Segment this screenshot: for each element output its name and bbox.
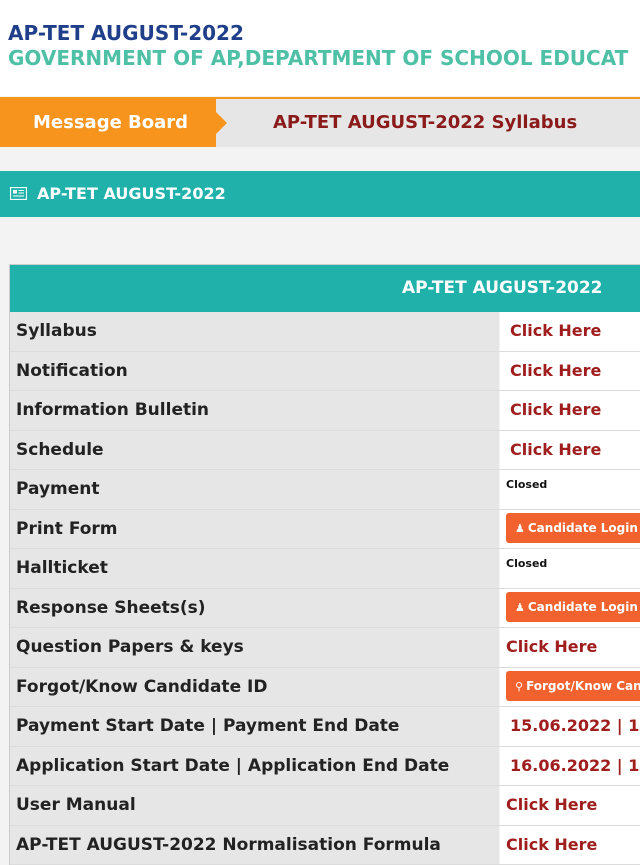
message-board-bar: Message Board AP-TET AUGUST-2022 Syllabu… <box>0 97 640 147</box>
table-row: Schedule Click Here <box>10 431 640 471</box>
site-subtitle: GOVERNMENT OF AP,DEPARTMENT OF SCHOOL ED… <box>8 46 628 70</box>
row-label: Response Sheets(s) <box>10 589 499 628</box>
button-label: Candidate Login <box>528 521 638 535</box>
section-header: AP-TET AUGUST-2022 <box>0 171 640 217</box>
row-label: AP-TET AUGUST-2022 Normalisation Formula <box>10 826 499 865</box>
row-value-cell: ♟Candidate Login <box>500 589 640 628</box>
row-value-cell: ⚲Forgot/Know Candi <box>500 668 640 707</box>
message-board-link[interactable]: AP-TET AUGUST-2022 Syllabus <box>273 99 577 147</box>
forgot-candidate-id-button[interactable]: ⚲Forgot/Know Candi <box>506 671 640 701</box>
message-board-arrow <box>216 112 227 134</box>
table-row: Notification Click Here <box>10 352 640 392</box>
row-value-cell: Click Here <box>500 352 640 391</box>
payment-status: Closed <box>506 478 547 491</box>
section-title: AP-TET AUGUST-2022 <box>37 171 226 217</box>
button-label: Candidate Login <box>528 600 638 614</box>
row-label: Forgot/Know Candidate ID <box>10 668 499 707</box>
row-value-cell: Click Here <box>500 628 640 667</box>
row-label: Schedule <box>10 431 499 470</box>
print-form-candidate-login-button[interactable]: ♟Candidate Login <box>506 513 640 543</box>
message-board-label: Message Board <box>0 99 216 147</box>
row-label: Print Form <box>10 510 499 549</box>
row-label: Payment Start Date | Payment End Date <box>10 707 499 746</box>
row-value-cell: 15.06.2022 | 15.0 <box>500 707 640 746</box>
row-value-cell: Click Here <box>500 826 640 865</box>
row-value-cell: ♟Candidate Login <box>500 510 640 549</box>
table-row: User Manual Click Here <box>10 786 640 826</box>
row-label: Payment <box>10 470 499 509</box>
info-table: AP-TET AUGUST-2022 Syllabus Click Here N… <box>9 264 640 865</box>
row-value-cell: 16.06.2022 | 16.0 <box>500 747 640 786</box>
user-manual-link[interactable]: Click Here <box>506 786 597 824</box>
table-header: AP-TET AUGUST-2022 <box>10 265 640 312</box>
row-label: Syllabus <box>10 312 499 351</box>
schedule-link[interactable]: Click Here <box>510 431 601 469</box>
row-value-cell: Click Here <box>500 786 640 825</box>
table-row: AP-TET AUGUST-2022 Normalisation Formula… <box>10 826 640 865</box>
table-row: Hallticket Closed <box>10 549 640 589</box>
row-value-cell: Click Here <box>500 431 640 470</box>
application-dates: 16.06.2022 | 16.0 <box>510 747 640 785</box>
row-label: User Manual <box>10 786 499 825</box>
site-title: AP-TET AUGUST-2022 <box>8 21 244 45</box>
table-row: Payment Closed <box>10 470 640 510</box>
row-value-cell: Closed <box>500 549 640 588</box>
hallticket-status: Closed <box>506 557 547 570</box>
table-row: Forgot/Know Candidate ID ⚲Forgot/Know Ca… <box>10 668 640 708</box>
table-row: Response Sheets(s) ♟Candidate Login <box>10 589 640 629</box>
row-label: Question Papers & keys <box>10 628 499 667</box>
table-row: Payment Start Date | Payment End Date 15… <box>10 707 640 747</box>
notification-link[interactable]: Click Here <box>510 352 601 390</box>
row-value-cell: Closed <box>500 470 640 509</box>
table-row: Question Papers & keys Click Here <box>10 628 640 668</box>
button-label: Forgot/Know Candi <box>526 679 640 693</box>
row-value-cell: Click Here <box>500 312 640 351</box>
key-icon: ⚲ <box>515 680 523 693</box>
row-label: Information Bulletin <box>10 391 499 430</box>
row-label: Application Start Date | Application End… <box>10 747 499 786</box>
site-header: AP-TET AUGUST-2022 GOVERNMENT OF AP,DEPA… <box>0 0 640 96</box>
table-row: Application Start Date | Application End… <box>10 747 640 787</box>
table-row: Information Bulletin Click Here <box>10 391 640 431</box>
information-bulletin-link[interactable]: Click Here <box>510 391 601 429</box>
newspaper-icon <box>10 187 27 200</box>
response-sheets-candidate-login-button[interactable]: ♟Candidate Login <box>506 592 640 622</box>
row-label: Notification <box>10 352 499 391</box>
question-papers-link[interactable]: Click Here <box>506 628 597 666</box>
user-icon: ♟ <box>515 522 525 535</box>
payment-dates: 15.06.2022 | 15.0 <box>510 707 640 745</box>
syllabus-link[interactable]: Click Here <box>510 312 601 350</box>
table-header-title: AP-TET AUGUST-2022 <box>402 265 603 312</box>
user-icon: ♟ <box>515 601 525 614</box>
table-row: Syllabus Click Here <box>10 312 640 352</box>
normalisation-formula-link[interactable]: Click Here <box>506 826 597 864</box>
row-value-cell: Click Here <box>500 391 640 430</box>
table-row: Print Form ♟Candidate Login <box>10 510 640 550</box>
row-label: Hallticket <box>10 549 499 588</box>
